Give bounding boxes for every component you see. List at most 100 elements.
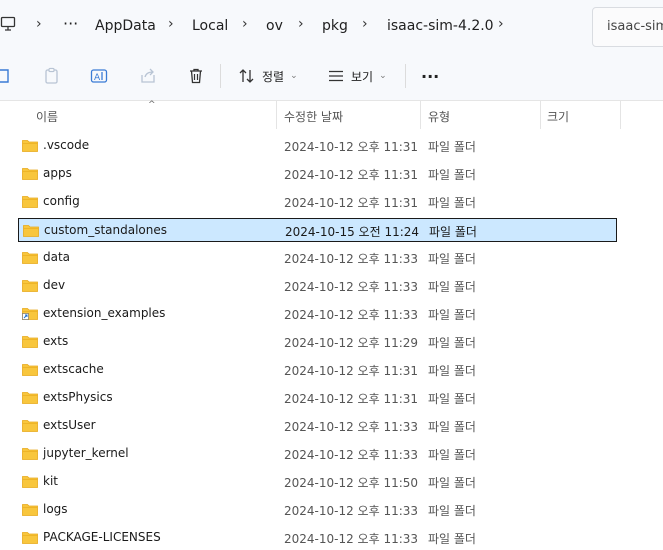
file-modified-date: 2024-10-12 오후 11:33 [284, 308, 419, 322]
file-type: 파일 폴더 [428, 420, 476, 434]
this-pc-icon[interactable] [0, 15, 18, 37]
file-name: kit [43, 474, 58, 488]
file-row[interactable]: data 2024-10-12 오후 11:33 파일 폴더 [18, 246, 617, 270]
file-row[interactable]: extension_examples 2024-10-12 오후 11:33 파일 … [18, 302, 617, 326]
folder-icon [22, 336, 38, 348]
file-type: 파일 폴더 [428, 308, 476, 322]
file-modified-date: 2024-10-12 오후 11:31 [284, 364, 419, 378]
file-name: extscache [43, 362, 104, 376]
chevron-down-icon: ⌄ [290, 71, 298, 81]
toolbar-divider [405, 64, 406, 88]
file-modified-date: 2024-10-12 오후 11:33 [284, 252, 419, 266]
file-type: 파일 폴더 [429, 225, 477, 239]
column-header-name[interactable]: 이름 [36, 108, 58, 125]
column-header-size[interactable]: 크기 [547, 108, 569, 125]
scrollbar[interactable] [655, 100, 663, 546]
column-divider[interactable] [620, 101, 621, 129]
view-button[interactable]: 보기 ⌄ [327, 52, 387, 100]
file-modified-date: 2024-10-12 오후 11:33 [284, 504, 419, 518]
folder-icon [22, 140, 38, 152]
column-header-modified[interactable]: 수정한 날짜 [284, 108, 343, 125]
file-name: jupyter_kernel [43, 446, 129, 460]
column-header-type[interactable]: 유형 [428, 108, 450, 125]
copy-icon [0, 69, 9, 83]
share-button[interactable] [139, 52, 157, 100]
breadcrumb-item-ov[interactable]: ov [266, 18, 283, 34]
chevron-right-icon[interactable]: › [498, 16, 504, 32]
breadcrumb-item-pkg[interactable]: pkg [322, 18, 348, 34]
chevron-right-icon[interactable]: › [242, 16, 248, 32]
file-name: .vscode [43, 138, 90, 152]
breadcrumb-overflow[interactable]: ··· [63, 14, 78, 33]
column-divider[interactable] [276, 101, 277, 129]
file-type: 파일 폴더 [428, 392, 476, 406]
file-row[interactable]: logs 2024-10-12 오후 11:33 파일 폴더 [18, 498, 617, 522]
folder-shortcut-icon [22, 308, 38, 320]
folder-icon [23, 225, 39, 237]
file-row[interactable]: extsPhysics 2024-10-12 오후 11:31 파일 폴더 [18, 386, 617, 410]
toolbar-divider [220, 64, 221, 88]
paste-button[interactable] [43, 52, 61, 100]
file-modified-date: 2024-10-12 오후 11:31 [284, 196, 419, 210]
file-type: 파일 폴더 [428, 280, 476, 294]
sort-ascending-icon: ^ [148, 100, 156, 110]
folder-icon [22, 168, 38, 180]
file-modified-date: 2024-10-12 오후 11:29 [284, 336, 419, 350]
sort-label: 정렬 [262, 69, 285, 84]
file-row[interactable]: jupyter_kernel 2024-10-12 오후 11:33 파일 폴더 [18, 442, 617, 466]
folder-icon [22, 448, 38, 460]
file-row[interactable]: config 2024-10-12 오후 11:31 파일 폴더 [18, 190, 617, 214]
folder-icon [22, 392, 38, 404]
sort-button[interactable]: 정렬 ⌄ [238, 52, 298, 100]
file-name: dev [43, 278, 66, 292]
file-name: extsUser [43, 418, 96, 432]
share-icon [141, 68, 155, 83]
chevron-right-icon[interactable]: › [36, 16, 42, 32]
view-label: 보기 [351, 69, 374, 84]
file-name: custom_standalones [44, 223, 167, 237]
chevron-right-icon[interactable]: › [362, 16, 368, 32]
chevron-right-icon[interactable]: › [298, 16, 304, 32]
file-row[interactable]: kit 2024-10-12 오후 11:50 파일 폴더 [18, 470, 617, 494]
file-modified-date: 2024-10-12 오후 11:31 [284, 392, 419, 406]
file-name: extension_examples [43, 306, 166, 320]
rename-button[interactable]: A [90, 52, 108, 100]
search-placeholder: isaac-sim [607, 19, 663, 34]
chevron-down-icon: ⌄ [379, 71, 387, 81]
file-type: 파일 폴더 [428, 448, 476, 462]
svg-text:A: A [94, 73, 101, 83]
file-row[interactable]: dev 2024-10-12 오후 11:33 파일 폴더 [18, 274, 617, 298]
file-name: extsPhysics [43, 390, 113, 404]
sort-icon [239, 69, 254, 83]
file-type: 파일 폴더 [428, 140, 476, 154]
file-name: data [43, 250, 71, 264]
breadcrumb-item-appdata[interactable]: AppData [95, 18, 156, 34]
column-divider[interactable] [420, 101, 421, 129]
delete-button[interactable] [187, 52, 205, 100]
folder-icon [22, 476, 38, 488]
file-type: 파일 폴더 [428, 252, 476, 266]
column-divider[interactable] [540, 101, 541, 129]
file-row[interactable]: extscache 2024-10-12 오후 11:31 파일 폴더 [18, 358, 617, 382]
file-modified-date: 2024-10-12 오후 11:50 [284, 476, 419, 490]
more-options-button[interactable]: ··· [421, 52, 439, 100]
folder-icon [22, 364, 38, 376]
file-row[interactable]: exts 2024-10-12 오후 11:29 파일 폴더 [18, 330, 617, 354]
folder-icon [22, 532, 38, 544]
trash-icon [190, 68, 202, 84]
file-row[interactable]: PACKAGE-LICENSES 2024-10-12 오후 11:33 파일 폴더 [18, 526, 617, 550]
breadcrumb-item-local[interactable]: Local [192, 18, 228, 34]
file-type: 파일 폴더 [428, 532, 476, 546]
folder-icon [22, 252, 38, 264]
file-row[interactable]: custom_standalones 2024-10-15 오전 11:24 파일 … [18, 218, 617, 242]
file-row[interactable]: .vscode 2024-10-12 오후 11:31 파일 폴더 [18, 134, 617, 158]
file-row[interactable]: extsUser 2024-10-12 오후 11:33 파일 폴더 [18, 414, 617, 438]
file-modified-date: 2024-10-12 오후 11:33 [284, 448, 419, 462]
file-modified-date: 2024-10-12 오후 11:31 [284, 168, 419, 182]
chevron-right-icon[interactable]: › [168, 16, 174, 32]
breadcrumb-item-isaac-sim[interactable]: isaac-sim-4.2.0 [387, 18, 494, 34]
search-box[interactable]: isaac-sim [592, 7, 663, 47]
file-name: exts [43, 334, 69, 348]
copy-button[interactable] [0, 52, 12, 100]
file-row[interactable]: apps 2024-10-12 오후 11:31 파일 폴더 [18, 162, 617, 186]
